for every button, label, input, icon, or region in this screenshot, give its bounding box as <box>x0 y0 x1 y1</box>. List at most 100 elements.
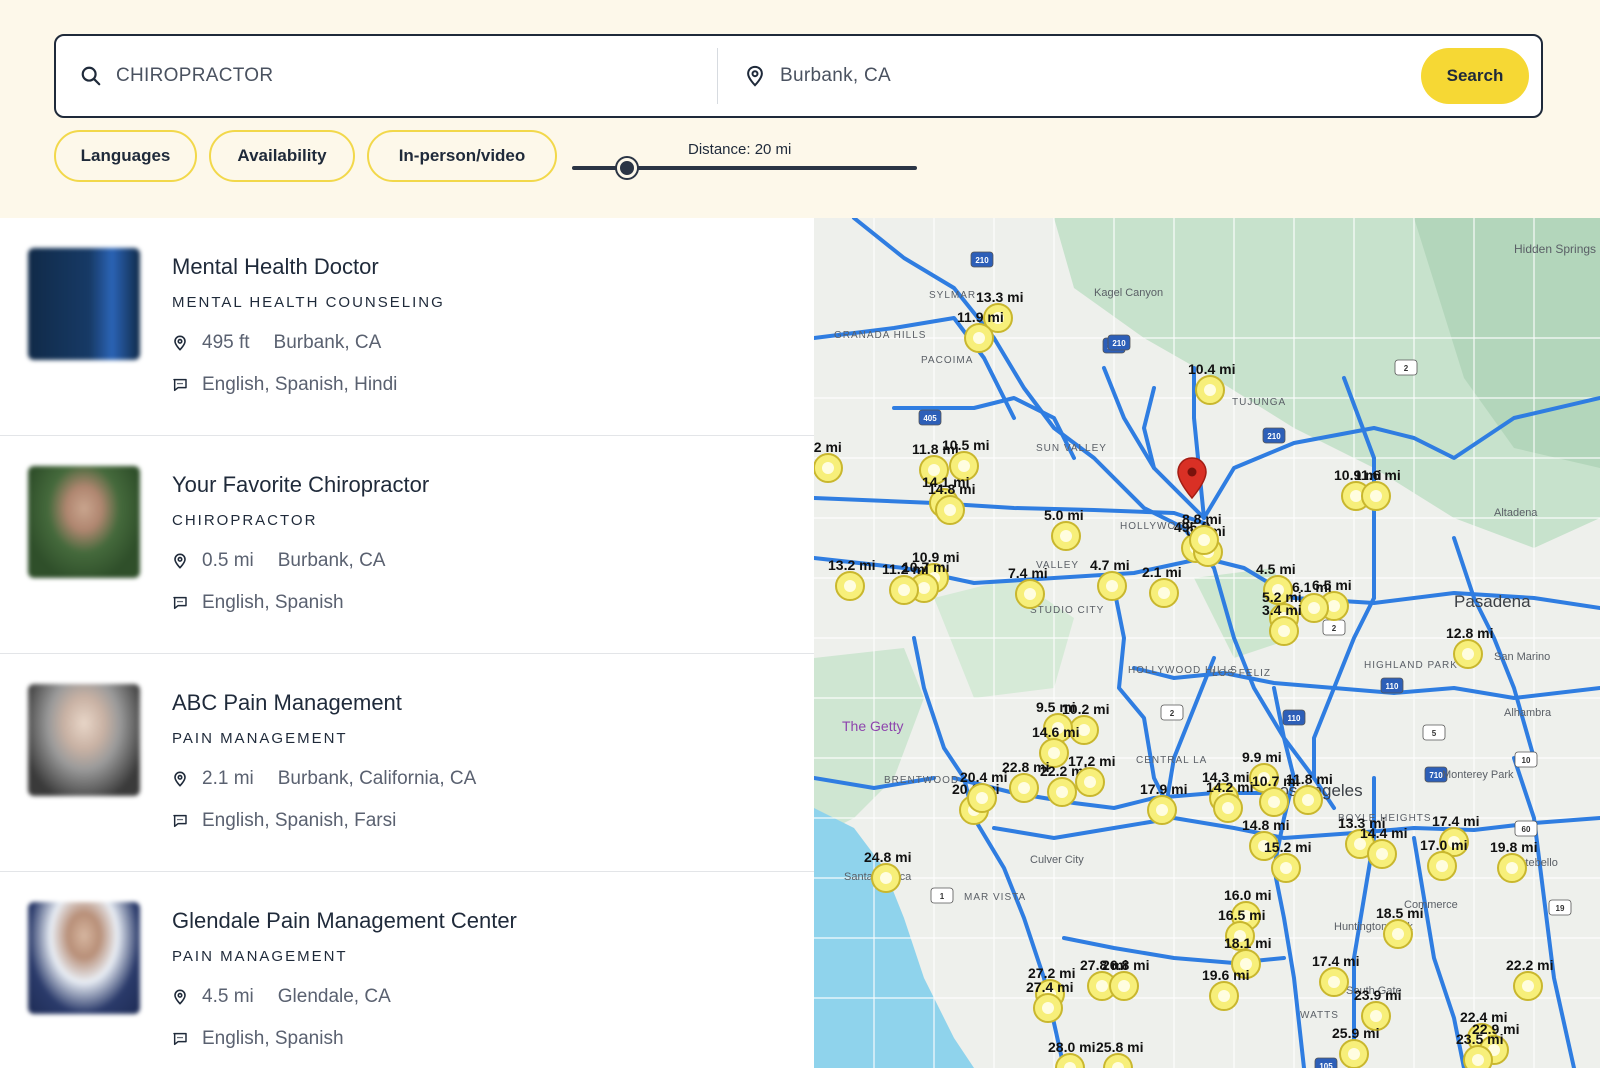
marker-distance-label: 4.5 mi <box>1256 561 1296 577</box>
provider-category: PAIN MANAGEMENT <box>172 948 348 965</box>
marker-distance-label: 5.0 mi <box>1044 507 1084 523</box>
provider-photo <box>28 902 140 1014</box>
marker-distance-label: 18.1 mi <box>1224 935 1271 951</box>
provider-location: Burbank, CA <box>277 550 386 571</box>
provider-name[interactable]: Mental Health Doctor <box>172 254 379 280</box>
map-panel[interactable]: 21021040521021022110210710601101051519 H… <box>814 218 1600 1068</box>
result-card[interactable]: ABC Pain Management PAIN MANAGEMENT 2.1 … <box>0 654 814 872</box>
highway-shield-icon: 2 <box>1394 359 1418 376</box>
marker-distance-label: 17.2 mi <box>1068 753 1115 769</box>
place-label: HIGHLAND PARK <box>1364 660 1458 671</box>
svg-text:210: 210 <box>1267 432 1281 441</box>
chat-bubble-icon <box>173 1032 187 1046</box>
provider-name[interactable]: Your Favorite Chiropractor <box>172 472 429 498</box>
marker-distance-label: 25.8 mi <box>1096 1039 1143 1055</box>
result-card[interactable]: Mental Health Doctor MENTAL HEALTH COUNS… <box>0 218 814 436</box>
provider-category: MENTAL HEALTH COUNSELING <box>172 294 445 311</box>
query-input[interactable]: CHIROPRACTOR <box>116 65 273 87</box>
highway-shield-icon: 1 <box>930 887 954 904</box>
marker-distance-label: 14.4 mi <box>1360 825 1407 841</box>
marker-distance-label: 27.4 mi <box>1026 979 1073 995</box>
marker-distance-label: 11.2 mi <box>882 561 929 577</box>
map-canvas[interactable]: 21021040521021022110210710601101051519 H… <box>814 218 1600 1068</box>
provider-distance: 2.1 mi <box>202 768 254 789</box>
place-label: GRANADA HILLS <box>834 330 926 341</box>
place-label: MAR VISTA <box>964 892 1026 903</box>
location-pin-icon <box>174 989 186 1005</box>
search-header: CHIROPRACTOR Burbank, CA Search Language… <box>0 0 1600 218</box>
provider-languages: English, Spanish <box>202 592 344 613</box>
highway-shield-icon: 60 <box>1514 820 1538 837</box>
marker-distance-label: 11.6 mi <box>1354 467 1401 483</box>
marker-distance-label: 17.4 mi <box>1432 813 1479 829</box>
place-label: TUJUNGA <box>1232 397 1286 408</box>
query-field[interactable]: CHIROPRACTOR <box>80 36 720 116</box>
svg-text:110: 110 <box>1386 682 1399 691</box>
provider-logo <box>28 248 140 360</box>
svg-text:110: 110 <box>1288 714 1301 723</box>
chat-bubble-icon <box>173 814 187 828</box>
provider-location: Burbank, CA <box>273 332 382 353</box>
highway-shield-icon: 2 <box>1322 619 1346 636</box>
marker-distance-label: 17.4 mi <box>1312 953 1359 969</box>
result-card[interactable]: Glendale Pain Management Center PAIN MAN… <box>0 872 814 1090</box>
languages-row: English, Spanish <box>172 1028 344 1050</box>
provider-distance: 4.5 mi <box>202 986 254 1007</box>
place-label: Hidden Springs <box>1514 242 1596 256</box>
marker-distance-label: 15.2 mi <box>1264 839 1311 855</box>
marker-distance-label: 11.8 mi <box>1286 771 1333 787</box>
languages-row: English, Spanish, Farsi <box>172 810 396 832</box>
provider-category: PAIN MANAGEMENT <box>172 730 348 747</box>
provider-name[interactable]: ABC Pain Management <box>172 690 402 716</box>
provider-distance: 0.5 mi <box>202 550 254 571</box>
place-label: Culver City <box>1030 854 1084 866</box>
marker-distance-label: 9.9 mi <box>1242 749 1282 765</box>
distance-slider-handle[interactable] <box>617 158 638 178</box>
result-marker[interactable]: 12 mi <box>814 439 843 483</box>
highway-shield-icon: 405 <box>918 409 942 426</box>
availability-filter[interactable]: Availability <box>209 130 355 182</box>
marker-distance-label: 12.8 mi <box>1446 625 1493 641</box>
place-label: PACOIMA <box>921 355 973 366</box>
result-card[interactable]: Your Favorite Chiropractor CHIROPRACTOR … <box>0 436 814 654</box>
highway-shield-icon: 105 <box>1314 1057 1338 1068</box>
place-label: WATTS <box>1300 1010 1339 1021</box>
marker-distance-label: 11.9 mi <box>957 309 1004 325</box>
svg-text:60: 60 <box>1522 825 1531 834</box>
provider-category: CHIROPRACTOR <box>172 512 318 529</box>
marker-distance-label: 20.4 mi <box>960 769 1007 785</box>
highway-shield-icon: 110 <box>1380 677 1404 694</box>
marker-distance-label: 12 mi <box>814 439 842 455</box>
marker-distance-label: 18.5 mi <box>1376 905 1423 921</box>
marker-distance-label: 14.6 mi <box>1032 724 1079 740</box>
place-label: San Marino <box>1494 651 1550 663</box>
place-label: Altadena <box>1494 507 1538 519</box>
search-button[interactable]: Search <box>1421 48 1529 104</box>
place-label: CENTRAL LA <box>1136 755 1207 766</box>
location-input[interactable]: Burbank, CA <box>780 65 891 87</box>
marker-distance-label: 7.4 mi <box>1008 565 1048 581</box>
marker-distance-label: 26.8 mi <box>1102 957 1149 973</box>
search-bar: CHIROPRACTOR Burbank, CA Search <box>54 34 1543 118</box>
marker-distance-label: 17.9 mi <box>1140 781 1187 797</box>
in-person-video-filter[interactable]: In-person/video <box>367 130 557 182</box>
highway-shield-icon: 210 <box>970 251 994 268</box>
place-label: BRENTWOOD <box>884 775 959 786</box>
marker-distance-label: 9.5 mi <box>1036 699 1076 715</box>
chat-bubble-icon <box>173 596 187 610</box>
location-pin-icon <box>174 335 186 351</box>
distance-label: Distance: 20 mi <box>688 141 792 158</box>
marker-distance-label: 14.2 mi <box>1206 779 1253 795</box>
provider-photo <box>28 466 140 578</box>
marker-distance-label: 16.5 mi <box>1218 907 1265 923</box>
location-field[interactable]: Burbank, CA <box>744 36 1344 116</box>
provider-name[interactable]: Glendale Pain Management Center <box>172 908 517 934</box>
place-label: The Getty <box>842 718 903 734</box>
marker-distance-label: 4.7 mi <box>1090 557 1130 573</box>
languages-row: English, Spanish, Hindi <box>172 374 397 396</box>
highway-shield-icon: 2 <box>1160 704 1184 721</box>
marker-distance-label: 2.1 mi <box>1142 564 1182 580</box>
marker-distance-label: 13.2 mi <box>828 557 875 573</box>
marker-distance-label: 13.3 mi <box>976 289 1023 305</box>
languages-filter[interactable]: Languages <box>54 130 197 182</box>
